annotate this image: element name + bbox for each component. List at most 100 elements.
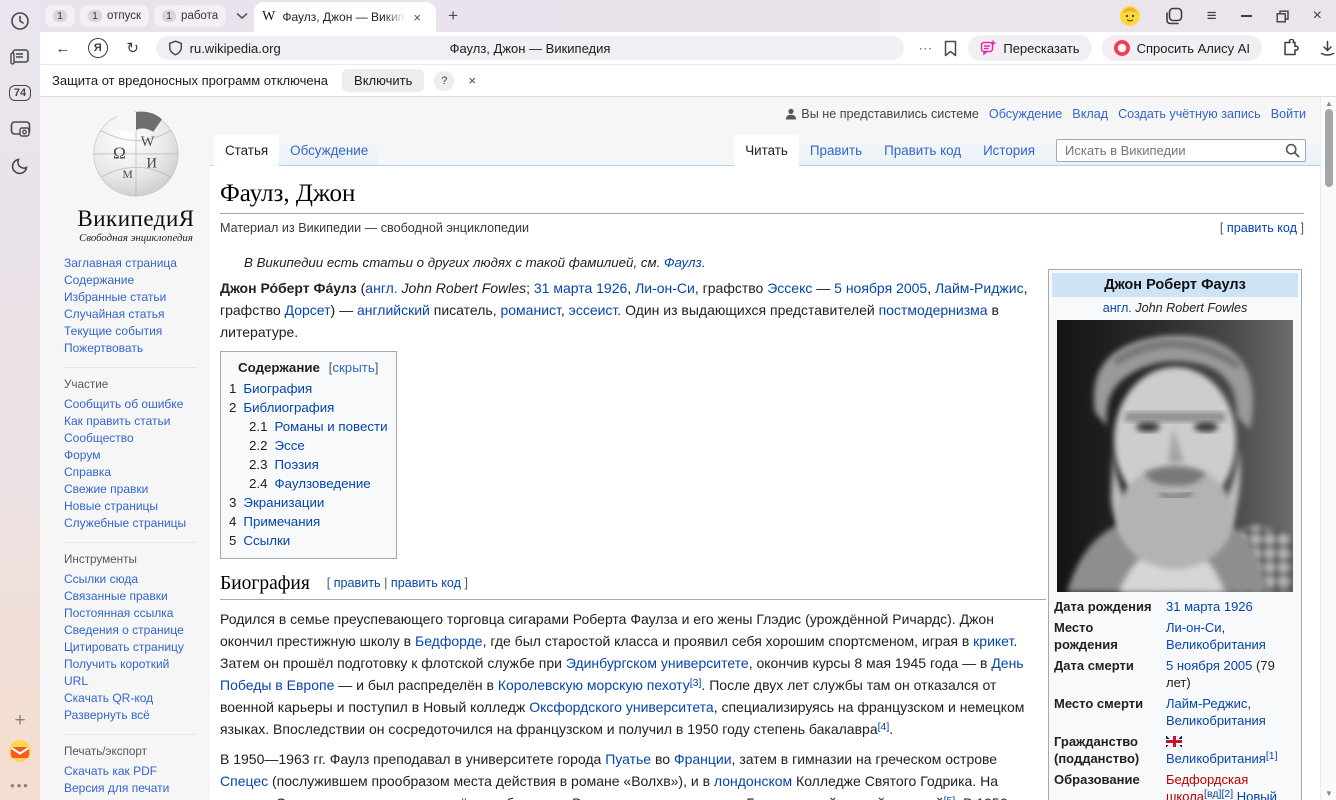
tab-group-pill[interactable]: 1работа	[154, 5, 226, 27]
sidebar-nav-link[interactable]: Избранные статьи	[64, 289, 196, 306]
sidebar-nav-link[interactable]: Пожертвовать	[64, 340, 196, 357]
yandex-mail-icon[interactable]	[0, 736, 40, 766]
personal-link[interactable]: Обсуждение	[989, 107, 1062, 121]
inline-link[interactable]: Эдинбургском университете	[566, 655, 749, 671]
scroll-down-icon[interactable]: ▼	[1321, 789, 1336, 798]
inline-link[interactable]: Великобритания	[1166, 751, 1266, 766]
sidebar-nav-link[interactable]: Скачать как PDF	[64, 763, 196, 780]
new-tab-button[interactable]: +	[448, 6, 458, 26]
inline-link[interactable]: 5 ноября 2005	[834, 280, 927, 296]
search-icon[interactable]	[1285, 143, 1300, 163]
warning-close-icon[interactable]: ×	[468, 73, 476, 88]
menu-icon[interactable]: ≡	[1207, 6, 1217, 26]
toc-entry[interactable]: 2Библиография	[229, 398, 388, 417]
section-edit-links[interactable]: [ править | править код ]	[327, 576, 468, 590]
wiki-page-tab[interactable]: Обсуждение	[279, 135, 379, 166]
sidebar-nav-link[interactable]: Сообщество	[64, 430, 196, 447]
inline-link[interactable]: Оксфордского университета	[529, 699, 714, 715]
sidebar-nav-link[interactable]: Новые страницы	[64, 498, 196, 515]
window-close-button[interactable]: ×	[1313, 7, 1322, 25]
tab-close-icon[interactable]: ×	[413, 10, 421, 25]
personal-link[interactable]: Вклад	[1072, 107, 1108, 121]
history-icon[interactable]	[0, 6, 40, 36]
inline-link[interactable]: Пуатье	[605, 751, 651, 767]
inline-link[interactable]: крикет	[973, 633, 1013, 649]
inline-link[interactable]: англ.	[1103, 301, 1132, 315]
more-actions-icon[interactable]: ⋯	[918, 40, 933, 57]
sidebar-nav-link[interactable]: Заглавная страница	[64, 255, 196, 272]
retell-button[interactable]: Пересказать	[968, 35, 1091, 61]
inline-link[interactable]: Ли-он-Си	[1166, 620, 1222, 635]
sidebar-nav-link[interactable]: Как править статьи	[64, 413, 196, 430]
shield-icon[interactable]	[168, 40, 183, 56]
toc-link[interactable]: Фаулзоведение	[275, 476, 371, 491]
yandex-services-icon[interactable]: Я	[88, 38, 108, 58]
inline-link[interactable]: [3]	[690, 677, 702, 689]
inline-link[interactable]: англ.	[365, 280, 397, 296]
inline-link[interactable]: Франции	[674, 751, 732, 767]
wikipedia-logo[interactable]: Ω W И М ВикипедиЯ Свободная энциклопедия	[52, 103, 220, 244]
chevron-down-icon[interactable]	[236, 12, 248, 20]
inline-link[interactable]: Великобритания	[1166, 713, 1266, 728]
toc-link[interactable]: Эссе	[275, 438, 305, 453]
personal-link[interactable]: Создать учётную запись	[1118, 107, 1261, 121]
wiki-page-tab[interactable]: Править код	[873, 135, 972, 166]
window-restore-button[interactable]	[1276, 10, 1289, 23]
sidebar-nav-link[interactable]: Ссылки сюда	[64, 571, 196, 588]
sidebar-nav-link[interactable]: Постоянная ссылка	[64, 605, 196, 622]
sidebar-nav-link[interactable]: Свежие правки	[64, 481, 196, 498]
inline-link[interactable]: [1]	[1266, 750, 1278, 762]
inline-link[interactable]: Дорсет	[285, 302, 331, 318]
toc-link[interactable]: Романы и повести	[275, 419, 388, 434]
toc-link[interactable]: Примечания	[243, 514, 320, 529]
feed-panel-icon[interactable]	[0, 42, 40, 72]
inline-link[interactable]: романист	[500, 302, 560, 318]
tab-group-pill[interactable]: 1	[45, 5, 75, 27]
personal-link[interactable]: Войти	[1271, 107, 1306, 121]
inline-link[interactable]: эссеист	[569, 302, 618, 318]
extensions-puzzle-icon[interactable]	[1280, 39, 1299, 58]
downloads-icon[interactable]	[1319, 40, 1336, 57]
inline-link[interactable]: [4]	[878, 721, 890, 733]
inline-link[interactable]: Великобритания	[1166, 637, 1266, 652]
sidebar-nav-link[interactable]: Форум	[64, 447, 196, 464]
wiki-page-tab[interactable]: История	[972, 135, 1046, 166]
toc-toggle[interactable]: [скрыть]	[329, 360, 379, 375]
sidebar-nav-link[interactable]: Цитировать страницу	[64, 639, 196, 656]
tab-group-pill[interactable]: 1отпуск	[80, 5, 149, 27]
toc-entry[interactable]: 2.3Поэзия	[249, 455, 388, 474]
toc-link[interactable]: Ссылки	[243, 533, 290, 548]
toc-link[interactable]: Поэзия	[275, 457, 319, 472]
scroll-up-icon[interactable]: ▲	[1321, 99, 1336, 108]
toc-link[interactable]: Библиография	[243, 400, 334, 415]
help-icon[interactable]: ?	[434, 71, 454, 91]
inline-link[interactable]: Фаулз	[664, 255, 702, 270]
sidebar-nav-link[interactable]: Версия для печати	[64, 780, 196, 797]
sidebar-nav-link[interactable]: Получить короткий URL	[64, 656, 196, 690]
inline-link[interactable]: 5 ноября 2005	[1166, 658, 1252, 673]
inline-link[interactable]: постмодернизма	[879, 302, 988, 318]
sidebar-nav-link[interactable]: Сообщить об ошибке	[64, 396, 196, 413]
scrollbar-thumb[interactable]	[1325, 109, 1333, 187]
sidebar-nav-link[interactable]: Содержание	[64, 272, 196, 289]
tab-sync-icon[interactable]	[1165, 7, 1183, 25]
toc-link[interactable]: Биография	[243, 381, 312, 396]
sidebar-more-icon[interactable]: •••	[0, 770, 40, 800]
page-scrollbar[interactable]: ▲ ▼	[1320, 97, 1336, 800]
sidebar-nav-link[interactable]: Скачать QR-код	[64, 690, 196, 707]
inline-link[interactable]: 31 марта 1926	[534, 280, 627, 296]
wiki-page-tab[interactable]: Статья	[214, 135, 279, 166]
inline-link[interactable]: Лайм-Реджис	[1166, 696, 1247, 711]
toc-entry[interactable]: 2.1Романы и повести	[249, 417, 388, 436]
inline-link[interactable]: править	[334, 576, 381, 590]
sidebar-nav-link[interactable]: Текущие события	[64, 323, 196, 340]
sidebar-nav-link[interactable]: Случайная статья	[64, 306, 196, 323]
enable-protection-button[interactable]: Включить	[342, 69, 424, 92]
screenshot-icon[interactable]	[0, 114, 40, 144]
ask-alice-button[interactable]: Спросить Алису AI	[1102, 35, 1262, 61]
inline-link[interactable]: Бедфорде	[415, 633, 483, 649]
inline-link[interactable]: Ли-он-Си	[635, 280, 695, 296]
inline-link[interactable]: английский	[357, 302, 430, 318]
sidebar-add-icon[interactable]: +	[0, 706, 40, 736]
refresh-icon[interactable]: ↻	[118, 39, 148, 57]
